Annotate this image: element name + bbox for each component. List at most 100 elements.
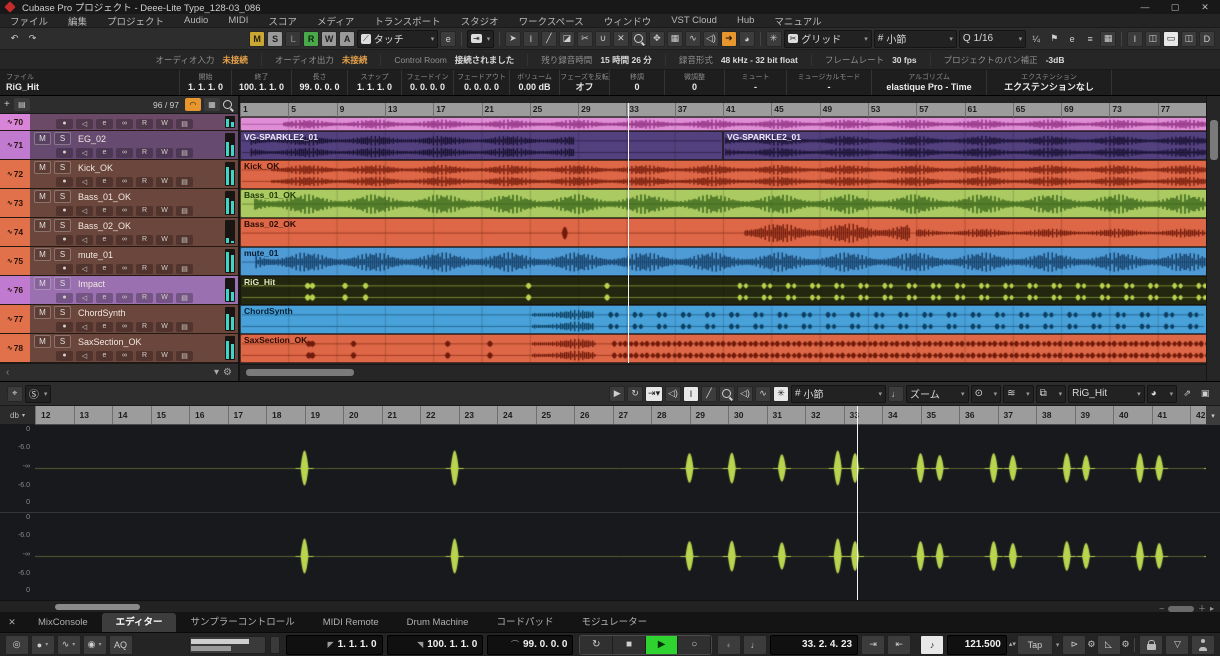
tempo-field[interactable]: 121.500 bbox=[947, 635, 1007, 655]
sync-button[interactable]: ⊳ bbox=[1062, 635, 1086, 655]
add-track-button[interactable]: + bbox=[4, 99, 10, 110]
zoom-mode-dropdown[interactable]: ズーム▾ bbox=[906, 385, 969, 403]
edit-channel-button[interactable]: e bbox=[96, 119, 113, 129]
tab-item-2[interactable]: サンプラーコントロール bbox=[176, 613, 308, 632]
edit-automation-button[interactable]: e bbox=[440, 31, 456, 47]
monitor-button[interactable]: ◁ bbox=[76, 322, 93, 332]
pre-roll-icon[interactable]: ◐ bbox=[717, 635, 741, 655]
gear-icon[interactable]: ⚙ bbox=[223, 367, 232, 378]
channel-strip-icon[interactable]: ▤ bbox=[176, 177, 193, 187]
menu-item-7[interactable]: トランスポート bbox=[364, 14, 450, 28]
snap-toggle[interactable]: ✳ bbox=[773, 386, 789, 402]
hscroll-thumb[interactable] bbox=[55, 604, 140, 610]
read-automation-button[interactable]: R bbox=[136, 206, 153, 216]
info-field-13[interactable]: アルゴリズムelastique Pro - Time bbox=[872, 70, 987, 95]
play-button[interactable]: ▶ bbox=[609, 386, 625, 402]
menu-item-3[interactable]: Audio bbox=[174, 15, 218, 26]
nudge-back-button[interactable]: ⇤ bbox=[887, 635, 911, 655]
mute-button[interactable]: M bbox=[34, 161, 51, 174]
write-automation-button[interactable]: W bbox=[156, 177, 173, 187]
channel-strip-icon[interactable]: ▤ bbox=[176, 206, 193, 216]
editor-ruler[interactable]: 1213141516171819202122232425262728293031… bbox=[35, 406, 1206, 425]
scrub-tool[interactable]: ◁) bbox=[737, 386, 753, 402]
menu-item-12[interactable]: Hub bbox=[727, 15, 764, 26]
channel-strip-icon[interactable]: ▤ bbox=[176, 264, 193, 274]
info-field-14[interactable]: エクステンションエクステンションなし bbox=[987, 70, 1112, 95]
mute-button[interactable]: M bbox=[34, 306, 51, 319]
edit-channel-button[interactable]: e bbox=[96, 235, 113, 245]
solo-button[interactable]: S bbox=[54, 219, 71, 232]
automation-r-button[interactable]: R bbox=[303, 31, 319, 47]
zoom-tool[interactable] bbox=[631, 31, 647, 47]
record-button[interactable]: ○ bbox=[678, 636, 711, 654]
info-field-11[interactable]: ミュート- bbox=[725, 70, 787, 95]
event-SaxSection_OK-9[interactable]: SaxSection_OK bbox=[240, 334, 1206, 363]
nudge-forward-button[interactable]: ⇥ bbox=[861, 635, 885, 655]
event-ChordSynth-8[interactable]: ChordSynth bbox=[240, 305, 1206, 334]
loop-button[interactable]: ↻ bbox=[627, 386, 643, 402]
glue-tool[interactable]: ∪ bbox=[595, 31, 611, 47]
event-Bass_02_OK-5[interactable]: Bass_02_OK bbox=[240, 218, 1206, 247]
automation-l-button[interactable]: L bbox=[285, 31, 301, 47]
info-field-5[interactable]: フェードイン0. 0. 0. 0 bbox=[402, 70, 454, 95]
maximize-button[interactable]: ▢ bbox=[1160, 0, 1190, 14]
grid-type-dropdown[interactable]: #小節▾ bbox=[874, 30, 957, 48]
output-routing-icon[interactable]: ∞ bbox=[116, 351, 133, 361]
tempo-track-button[interactable]: ♪ bbox=[920, 635, 944, 655]
output-routing-icon[interactable]: ∞ bbox=[116, 264, 133, 274]
info-field-10[interactable]: 微調整0 bbox=[665, 70, 725, 95]
draw-tool[interactable]: ╱ bbox=[701, 386, 717, 402]
locator-duration-field[interactable]: ⌒99. 0. 0. 0 bbox=[487, 635, 573, 655]
split-tool[interactable]: ✂ bbox=[577, 31, 593, 47]
tap-tempo-button[interactable]: Tap bbox=[1017, 635, 1053, 655]
record-modes-dropdown[interactable]: ●▾ bbox=[31, 635, 55, 655]
zone-toggle-4[interactable]: D bbox=[1199, 31, 1215, 47]
event-VG-SPARKLE2_01-2[interactable]: VG-SPARKLE2_01 bbox=[723, 131, 1206, 160]
record-arm-button[interactable]: ● bbox=[56, 148, 73, 158]
range-selection-tool[interactable]: I bbox=[523, 31, 539, 47]
menu-item-2[interactable]: プロジェクト bbox=[97, 14, 174, 28]
onscreen-keyboard-icon[interactable]: ▦ bbox=[1100, 31, 1116, 47]
align-icon[interactable]: ≡ bbox=[1082, 31, 1098, 47]
note-length-icon[interactable]: ♩ bbox=[888, 386, 904, 402]
solo-button[interactable]: S bbox=[54, 306, 71, 319]
object-selection-tool[interactable]: ➤ bbox=[505, 31, 521, 47]
audio-activity-dropdown[interactable]: ∿▾ bbox=[57, 635, 81, 655]
status-item-2[interactable]: Control Room接続されました bbox=[381, 54, 528, 66]
monitor-button[interactable]: ◁ bbox=[76, 206, 93, 216]
minimize-button[interactable]: — bbox=[1130, 0, 1160, 14]
tab-item-3[interactable]: MIDI Remote bbox=[309, 613, 393, 632]
zone-toggle-1[interactable]: ◫ bbox=[1145, 31, 1161, 47]
sync-gear-icon[interactable]: ⚙ bbox=[1087, 639, 1095, 650]
track-row-75[interactable]: ∿75MSmute_01●◁e∞RW▤ bbox=[0, 247, 238, 276]
db-scale-menu[interactable]: db▾ bbox=[0, 406, 35, 425]
output-routing-icon[interactable]: ∞ bbox=[116, 148, 133, 158]
quantize-edit-icon[interactable]: e bbox=[1064, 31, 1080, 47]
write-automation-button[interactable]: W bbox=[156, 264, 173, 274]
output-routing-icon[interactable]: ∞ bbox=[116, 119, 133, 129]
info-field-8[interactable]: フェーズを反転オフ bbox=[560, 70, 610, 95]
info-field-9[interactable]: 移調0 bbox=[610, 70, 665, 95]
record-arm-button[interactable]: ● bbox=[56, 177, 73, 187]
menu-item-10[interactable]: ウィンドウ bbox=[594, 14, 662, 28]
range-tool[interactable]: I bbox=[683, 386, 699, 402]
vscroll-thumb[interactable] bbox=[1210, 120, 1218, 160]
write-automation-button[interactable]: W bbox=[156, 119, 173, 129]
menu-item-5[interactable]: スコア bbox=[258, 14, 307, 28]
output-routing-icon[interactable]: ∞ bbox=[116, 177, 133, 187]
monitor-button[interactable]: ◁ bbox=[76, 119, 93, 129]
monitor-button[interactable]: ◁ bbox=[76, 235, 93, 245]
track-row-74[interactable]: ∿74MSBass_02_OK●◁e∞RW▤ bbox=[0, 218, 238, 247]
record-arm-button[interactable]: ● bbox=[56, 322, 73, 332]
automation-mode-dropdown[interactable]: ⟋タッチ▾ bbox=[357, 30, 438, 48]
track-row-76[interactable]: ∿76MSImpact●◁e∞RW▤ bbox=[0, 276, 238, 305]
time-format-icon[interactable]: ♩ bbox=[743, 635, 767, 655]
mute-button[interactable]: M bbox=[34, 132, 51, 145]
read-automation-button[interactable]: R bbox=[136, 177, 153, 187]
comp-tool[interactable]: ▦ bbox=[667, 31, 683, 47]
mute-button[interactable]: M bbox=[34, 190, 51, 203]
arrange-vscrollbar[interactable] bbox=[1206, 96, 1220, 381]
read-automation-button[interactable]: R bbox=[136, 148, 153, 158]
open-in-window-icon[interactable]: ⇗ bbox=[1179, 386, 1195, 402]
color-tool-dropdown[interactable]: ◕ bbox=[739, 31, 755, 47]
